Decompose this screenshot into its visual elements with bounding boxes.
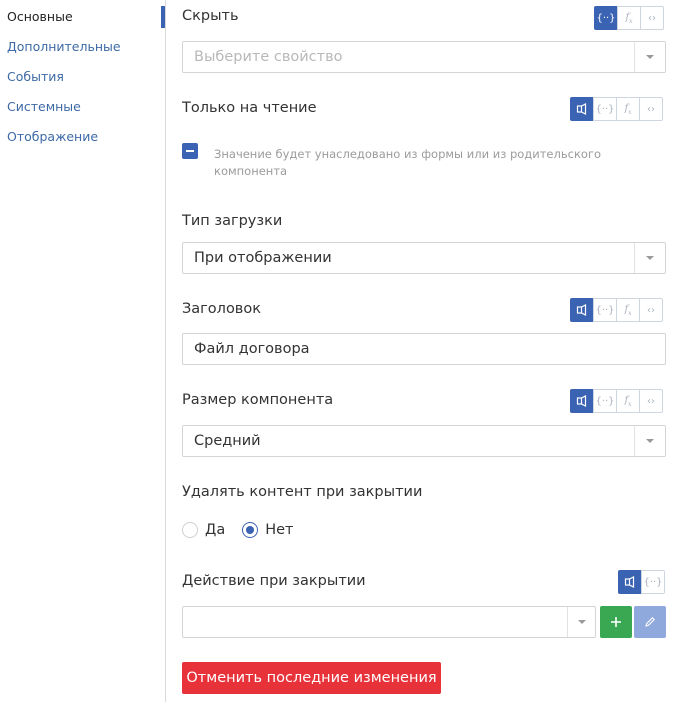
binding-mode-button[interactable]: {··} <box>593 97 617 121</box>
fx-icon: fx <box>624 102 632 116</box>
chevron-down-icon <box>646 256 654 260</box>
code-brackets-icon: ‹› <box>647 395 655 407</box>
curly-braces-icon: {··} <box>595 103 615 115</box>
size-label: Размер компонента <box>182 392 334 408</box>
edit-action-button[interactable] <box>634 606 666 638</box>
add-action-button[interactable] <box>600 606 632 638</box>
readonly-hint: Значение будет унаследовано из формы или… <box>214 147 602 178</box>
load-type-select[interactable]: При отображении <box>182 242 666 274</box>
hide-mode-switcher: {··} fx ‹› <box>594 6 664 30</box>
chevron-down-icon <box>646 55 654 59</box>
binding-mode-button[interactable]: {··} <box>593 298 617 322</box>
code-brackets-icon: ‹› <box>647 103 655 115</box>
select-arrow[interactable] <box>634 243 665 273</box>
hide-property-placeholder: Выберите свойство <box>194 49 343 65</box>
title-mode-switcher: {··} fx ‹› <box>570 298 663 322</box>
speaker-panel-icon <box>624 576 635 588</box>
close-action-mode-switcher: {··} <box>618 570 665 594</box>
static-mode-button[interactable] <box>570 298 594 322</box>
readonly-checkbox[interactable] <box>182 143 198 159</box>
size-value: Средний <box>194 433 261 449</box>
formula-mode-button[interactable]: fx <box>616 389 640 413</box>
fx-icon: fx <box>624 303 632 317</box>
formula-mode-button[interactable]: fx <box>617 6 641 30</box>
select-arrow[interactable] <box>634 426 665 456</box>
curly-braces-icon: {··} <box>595 395 615 407</box>
fx-icon: fx <box>624 394 632 408</box>
curly-braces-icon: {··} <box>595 304 615 316</box>
curly-braces-icon: {··} <box>643 576 663 588</box>
close-action-select[interactable] <box>182 606 596 638</box>
plus-icon <box>611 617 621 627</box>
code-mode-button[interactable]: ‹› <box>639 298 663 322</box>
binding-mode-button[interactable]: {··} <box>594 6 618 30</box>
code-brackets-icon: ‹› <box>648 12 656 24</box>
sidebar-active-indicator <box>161 6 165 28</box>
static-mode-button[interactable] <box>570 389 594 413</box>
sidebar: Основные Дополнительные События Системны… <box>0 0 166 702</box>
sidebar-item-events[interactable]: События <box>7 69 64 84</box>
select-arrow[interactable] <box>634 42 665 72</box>
speaker-panel-icon <box>576 395 587 407</box>
hide-label: Скрыть <box>182 8 239 24</box>
size-mode-switcher: {··} fx ‹› <box>570 389 663 413</box>
pencil-icon <box>645 617 655 627</box>
curly-braces-icon: {··} <box>596 12 616 24</box>
radio-no-label: Нет <box>265 522 294 538</box>
sidebar-item-display[interactable]: Отображение <box>7 129 98 144</box>
indeterminate-dash-icon <box>186 150 194 152</box>
binding-mode-button[interactable]: {··} <box>641 570 665 594</box>
static-mode-button[interactable] <box>618 570 642 594</box>
title-input[interactable]: Файл договора <box>182 333 666 365</box>
delete-on-close-radio-group: Да Нет <box>182 522 294 538</box>
sidebar-item-main[interactable]: Основные <box>7 9 73 24</box>
sidebar-item-additional[interactable]: Дополнительные <box>7 39 121 54</box>
load-type-label: Тип загрузки <box>182 213 283 229</box>
formula-mode-button[interactable]: fx <box>616 97 640 121</box>
chevron-down-icon <box>646 439 654 443</box>
radio-yes[interactable] <box>182 522 198 538</box>
load-type-value: При отображении <box>194 250 332 266</box>
close-action-label: Действие при закрытии <box>182 573 366 589</box>
reset-changes-button[interactable]: Отменить последние изменения <box>182 662 441 694</box>
select-arrow[interactable] <box>567 607 595 637</box>
radio-yes-label: Да <box>205 522 226 538</box>
hide-property-select[interactable]: Выберите свойство <box>182 41 666 73</box>
chevron-down-icon <box>577 620 586 624</box>
code-mode-button[interactable]: ‹› <box>639 389 663 413</box>
radio-selected-dot <box>246 526 255 534</box>
speaker-panel-icon <box>576 304 587 316</box>
radio-no[interactable] <box>242 522 259 538</box>
binding-mode-button[interactable]: {··} <box>593 389 617 413</box>
fx-icon: fx <box>625 11 633 25</box>
formula-mode-button[interactable]: fx <box>616 298 640 322</box>
code-mode-button[interactable]: ‹› <box>640 6 664 30</box>
size-select[interactable]: Средний <box>182 425 666 457</box>
static-mode-button[interactable] <box>570 97 594 121</box>
code-brackets-icon: ‹› <box>647 304 655 316</box>
speaker-panel-icon <box>576 103 587 115</box>
readonly-mode-switcher: {··} fx ‹› <box>570 97 663 121</box>
readonly-label: Только на чтение <box>182 100 317 116</box>
title-label: Заголовок <box>182 301 261 317</box>
delete-on-close-label: Удалять контент при закрытии <box>182 484 423 500</box>
code-mode-button[interactable]: ‹› <box>639 97 663 121</box>
sidebar-item-system[interactable]: Системные <box>7 99 81 114</box>
